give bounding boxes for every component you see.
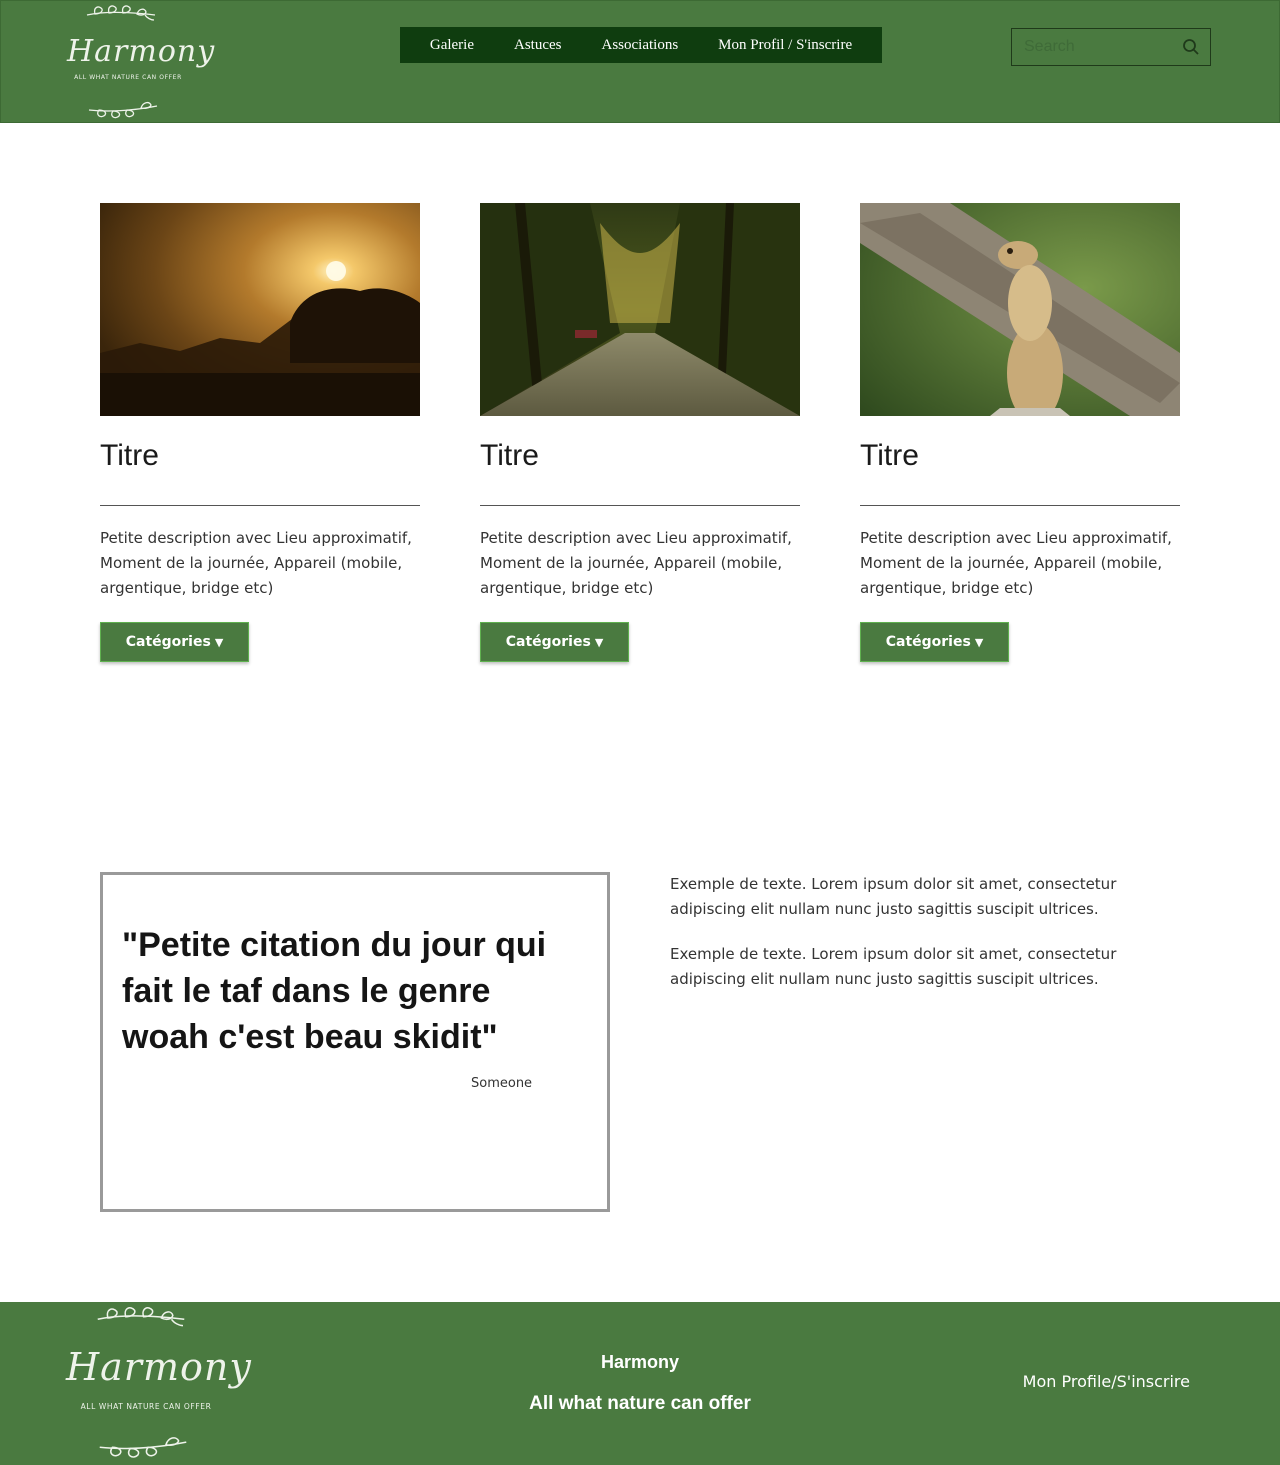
leaf-sprig-icon <box>99 1437 187 1458</box>
categories-button[interactable]: Catégories ▼ <box>480 622 629 662</box>
caret-down-icon: ▼ <box>974 635 984 649</box>
card-title: Titre <box>480 439 539 472</box>
main-nav: Galerie Astuces Associations Mon Profil … <box>400 27 882 63</box>
photo-card: Titre Petite description avec Lieu appro… <box>860 203 1180 662</box>
button-label: Catégories <box>505 634 591 650</box>
nav-astuces[interactable]: Astuces <box>494 37 582 54</box>
harmony-logo[interactable]: Harmony ALL WHAT NATURE CAN OFFER <box>66 1302 252 1465</box>
nav-profile[interactable]: Mon Profil / S'inscrire <box>698 37 872 54</box>
card-title: Titre <box>860 439 919 472</box>
side-text-block: Exemple de texte. Lorem ipsum dolor sit … <box>670 872 1140 1012</box>
leaf-sprig-icon <box>86 5 156 21</box>
nav-associations[interactable]: Associations <box>582 37 699 54</box>
caret-down-icon: ▼ <box>214 635 224 649</box>
card-description: Petite description avec Lieu approximati… <box>100 529 412 597</box>
caret-down-icon: ▼ <box>594 635 604 649</box>
quote-card: "Petite citation du jour qui fait le taf… <box>100 872 610 1212</box>
paragraph: Exemple de texte. Lorem ipsum dolor sit … <box>670 875 1117 918</box>
footer-profile-link[interactable]: Mon Profile/S'inscrire <box>1023 1372 1190 1391</box>
footer-name: Harmony <box>600 1352 680 1372</box>
search-box <box>1011 28 1211 66</box>
divider <box>860 505 1180 506</box>
quote-author: Someone <box>471 1076 533 1091</box>
search-icon[interactable] <box>1182 38 1200 56</box>
leaf-sprig-icon <box>97 1307 185 1327</box>
card-description: Petite description avec Lieu approximati… <box>860 529 1172 597</box>
logo-wordmark: Harmony <box>66 1345 252 1389</box>
logo-tagline: ALL WHAT NATURE CAN OFFER <box>80 1402 212 1411</box>
divider <box>480 505 800 506</box>
card-title: Titre <box>100 439 159 472</box>
sunset-over-trees-photo[interactable] <box>100 203 420 416</box>
paragraph: Exemple de texte. Lorem ipsum dolor sit … <box>670 945 1117 988</box>
site-header: Harmony ALL WHAT NATURE CAN OFFER Galeri… <box>0 0 1280 123</box>
nav-galerie[interactable]: Galerie <box>410 37 494 54</box>
harmony-logo[interactable]: Harmony ALL WHAT NATURE CAN OFFER <box>67 1 216 124</box>
categories-button[interactable]: Catégories ▼ <box>860 622 1009 662</box>
site-footer: Harmony ALL WHAT NATURE CAN OFFER Harmon… <box>0 1302 1280 1465</box>
footer-motto: All what nature can offer <box>529 1393 751 1414</box>
logo-tagline: ALL WHAT NATURE CAN OFFER <box>74 74 182 81</box>
search-input[interactable] <box>1012 29 1172 65</box>
logo-wordmark: Harmony <box>67 34 216 69</box>
card-description: Petite description avec Lieu approximati… <box>480 529 792 597</box>
button-label: Catégories <box>885 634 971 650</box>
leaf-sprig-icon <box>88 101 158 119</box>
footer-brand: Harmony All what nature can offer <box>440 1350 840 1416</box>
quote-text: "Petite citation du jour qui fait le taf… <box>122 926 547 1056</box>
photo-card: Titre Petite description avec Lieu appro… <box>100 203 420 662</box>
button-label: Catégories <box>125 634 211 650</box>
forest-river-photo[interactable] <box>480 203 800 416</box>
photo-card: Titre Petite description avec Lieu appro… <box>480 203 800 662</box>
divider <box>100 505 420 506</box>
categories-button[interactable]: Catégories ▼ <box>100 622 249 662</box>
meerkat-photo[interactable] <box>860 203 1180 416</box>
